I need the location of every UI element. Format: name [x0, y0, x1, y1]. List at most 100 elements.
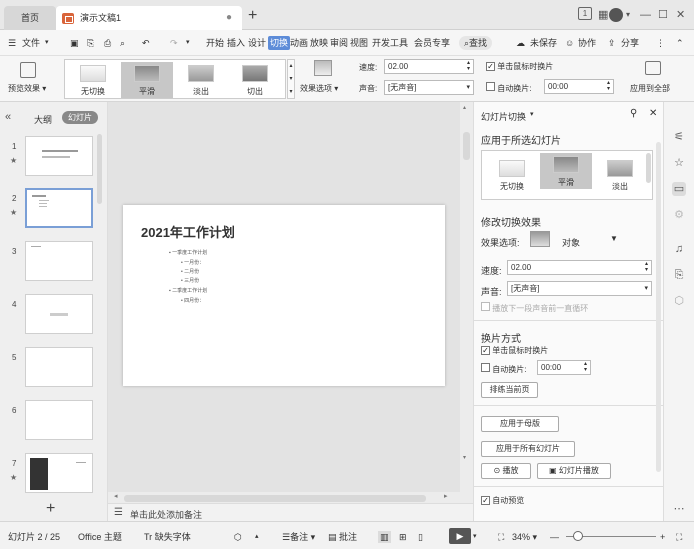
redo-icon[interactable]: ↷ [170, 36, 178, 50]
transition-fade[interactable]: 淡出 [175, 62, 227, 98]
scroll-left-icon[interactable]: ◂ [114, 492, 118, 500]
collaborate-icon[interactable]: ☺ [565, 36, 574, 50]
shape-settings-icon[interactable]: ⚟ [672, 130, 686, 144]
add-slide-button[interactable]: + [46, 500, 55, 518]
transition-cut[interactable]: 切出 [229, 62, 281, 98]
audio-icon[interactable]: ♫ [672, 242, 686, 256]
menu-file[interactable]: 文件 [22, 36, 40, 50]
tab-document[interactable]: 演示文稿1 ● [56, 6, 242, 30]
slide-bullet[interactable]: ▪ 二季度工作计划 [169, 287, 207, 294]
sound-select[interactable]: [无声音] ▾ [384, 80, 474, 95]
slideshow-button[interactable]: ▣ 幻灯片播放 [537, 463, 611, 479]
account-chevron-icon[interactable]: ▾ [626, 7, 630, 23]
auto-advance-field[interactable]: 00:00 ▴ ▾ [544, 79, 614, 94]
auto-preview-checkbox[interactable] [481, 496, 490, 505]
apply-all-slides-button[interactable]: 应用于所有幻灯片 [481, 441, 575, 457]
pane-speed-field[interactable]: 02.00 ▴ ▾ [507, 260, 652, 275]
pin-icon[interactable]: ⚲ [630, 108, 637, 119]
auto-advance-option[interactable]: 自动换片: [486, 82, 531, 94]
avatar[interactable] [609, 8, 623, 22]
file-chevron-icon[interactable]: ▾ [45, 36, 49, 50]
missing-font-button[interactable]: Tr 缺失字体 [144, 531, 191, 543]
effect-options-button[interactable]: 效果选项 ▾ [300, 83, 338, 94]
pane-gallery-scrollbar[interactable] [646, 153, 651, 183]
animation-star-icon[interactable]: ☆ [672, 156, 686, 170]
apply-all-icon[interactable] [645, 61, 661, 75]
apply-master-button[interactable]: 应用于母版 [481, 416, 559, 432]
current-slide[interactable]: 2021年工作计划 ▪ 一季度工作计划 • 一月份： • 二月份 • 三月份 ▪… [123, 205, 445, 386]
menu-start[interactable]: 开始 [206, 36, 224, 50]
cube-icon[interactable]: ⬡ [672, 294, 686, 308]
preview-button[interactable]: 预览效果 ▾ [8, 83, 46, 94]
pane-transition-smooth[interactable]: 平滑 [540, 153, 592, 189]
pane-on-click-option[interactable]: 单击鼠标时换片 [481, 345, 548, 356]
slide-bullet[interactable]: • 二月份 [181, 268, 199, 275]
minimize-button[interactable]: — [640, 7, 651, 23]
effect-chevron-icon[interactable]: ▼ [610, 234, 618, 243]
tab-slides[interactable]: 幻灯片 [62, 111, 98, 124]
fit-window-icon[interactable]: ⛶ [498, 531, 504, 543]
play-button[interactable]: ⊙ 播放 [481, 463, 531, 479]
menu-slideshow[interactable]: 放映 [310, 36, 328, 50]
pane-auto-advance-field[interactable]: 00:00 ▴ ▾ [537, 360, 591, 375]
menu-animation[interactable]: 动画 [290, 36, 308, 50]
transition-none[interactable]: 无切换 [67, 62, 119, 98]
slide-thumbnail-2[interactable] [25, 188, 93, 228]
slide-thumbnail-3[interactable] [25, 241, 93, 281]
speed-field[interactable]: 02.00 ▴ ▾ [384, 59, 474, 74]
play-options-chevron-icon[interactable]: ▾ [473, 531, 477, 543]
pane-title-chevron-icon[interactable]: ▾ [530, 110, 534, 118]
pane-sound-select[interactable]: [无声音] ▾ [507, 281, 652, 296]
collapse-panel-icon[interactable]: « [5, 111, 11, 123]
search-box[interactable]: ⌕查找 [459, 36, 493, 50]
auto-preview-option[interactable]: 自动预览 [481, 495, 524, 506]
canvas-vertical-scrollbar[interactable]: ▴ ▾ [460, 102, 473, 505]
menu-design[interactable]: 设计 [248, 36, 266, 50]
scroll-down-icon[interactable]: ▾ [463, 454, 466, 461]
menu-member[interactable]: 会员专享 [414, 36, 450, 50]
share-icon[interactable]: ⇪ [608, 36, 616, 50]
collaborate-button[interactable]: 协作 [578, 36, 596, 50]
pane-close-icon[interactable]: ✕ [649, 108, 657, 119]
menu-review[interactable]: 审阅 [330, 36, 348, 50]
normal-view-icon[interactable]: ▥ [378, 531, 391, 543]
menu-developer[interactable]: 开发工具 [372, 36, 408, 50]
status-chevron-icon[interactable]: ▴ [255, 531, 259, 543]
pane-speed-stepper-icon[interactable]: ▴ ▾ [645, 261, 648, 273]
slide-title[interactable]: 2021年工作计划 [141, 222, 235, 241]
slide-sorter-icon[interactable]: ⊞ [399, 531, 407, 543]
backup-icon[interactable]: ⎘ [672, 268, 686, 282]
maximize-button[interactable]: ☐ [658, 7, 668, 23]
slide-bullet[interactable]: ▪ 一季度工作计划 [169, 249, 207, 256]
new-tab-button[interactable]: + [248, 6, 257, 26]
zoom-slider-thumb[interactable] [573, 531, 583, 541]
pane-auto-advance-checkbox[interactable] [481, 363, 490, 372]
effect-value[interactable]: 对象 [562, 236, 580, 249]
notes-placeholder[interactable]: 单击此处添加备注 [130, 508, 202, 521]
settings-icon[interactable]: ⚙ [672, 208, 686, 222]
pane-on-click-checkbox[interactable] [481, 346, 490, 355]
print-icon[interactable]: ⎙ [104, 36, 111, 50]
page-badge[interactable]: 1 [578, 7, 592, 20]
notes-toggle[interactable]: ☰备注 ▾ [282, 531, 315, 543]
undo-icon[interactable]: ↶ [142, 36, 150, 50]
rehearse-button[interactable]: 排练当前页 [481, 382, 538, 398]
pane-transition-none[interactable]: 无切换 [486, 157, 538, 193]
slide-thumbnail-5[interactable] [25, 347, 93, 387]
pane-auto-advance-option[interactable]: 自动换片: [481, 363, 526, 375]
share-button[interactable]: 分享 [621, 36, 639, 50]
pane-effect-icon[interactable] [530, 231, 550, 247]
tab-outline[interactable]: 大纲 [34, 113, 52, 126]
on-click-checkbox[interactable] [486, 62, 495, 71]
slide-thumbnail-4[interactable] [25, 294, 93, 334]
auto-advance-checkbox[interactable] [486, 82, 495, 91]
pane-transition-fade[interactable]: 淡出 [594, 157, 646, 193]
cloud-icon[interactable]: ☁ [516, 36, 525, 50]
zoom-level[interactable]: 34% ▾ [512, 531, 537, 543]
apply-all-button[interactable]: 应用到全部 [630, 83, 670, 94]
tab-close-dot-icon[interactable]: ● [226, 6, 232, 30]
canvas-scroll-thumb[interactable] [463, 132, 470, 160]
preview-icon[interactable] [20, 62, 36, 78]
tab-home[interactable]: 首页 [4, 6, 56, 30]
slide-bullet[interactable]: • 四月份： [181, 297, 204, 304]
